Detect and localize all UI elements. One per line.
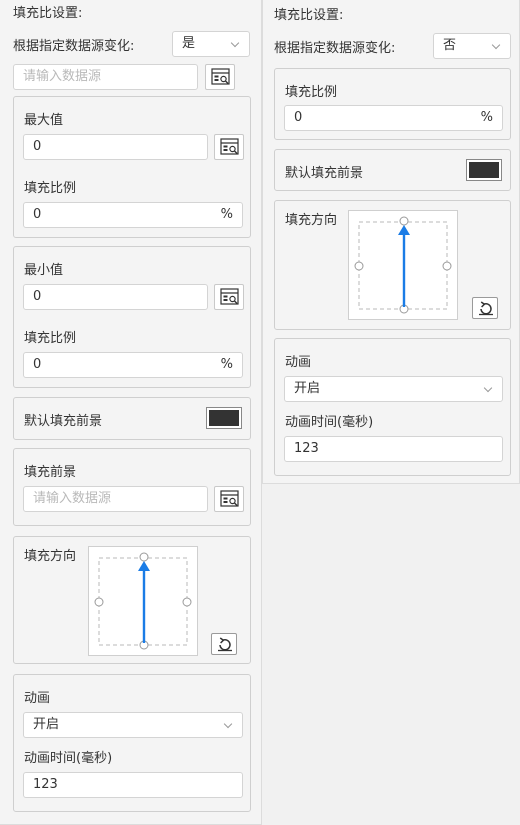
- default-foreground-section: 默认填充前景: [274, 149, 511, 191]
- fill-foreground-bind-button[interactable]: [214, 486, 244, 512]
- default-foreground-label: 默认填充前景: [24, 414, 103, 429]
- animation-select[interactable]: 开启: [284, 376, 503, 402]
- min-ratio-input[interactable]: 0 %: [23, 352, 243, 378]
- animation-value: 开启: [294, 381, 321, 396]
- max-ratio-label: 填充比例: [24, 181, 77, 196]
- min-ratio-label: 填充比例: [24, 331, 77, 346]
- reset-icon: [218, 637, 232, 652]
- max-ratio-input[interactable]: 0 %: [23, 202, 243, 228]
- direction-handle-top: [139, 552, 149, 562]
- fill-direction-label: 填充方向: [24, 549, 77, 564]
- panel-title: 填充比设置:: [274, 8, 344, 23]
- animation-time-input[interactable]: 123: [284, 436, 503, 462]
- default-foreground-label: 默认填充前景: [285, 166, 364, 181]
- fill-direction-section: 填充方向: [274, 200, 511, 330]
- fill-direction-picker[interactable]: [348, 210, 458, 320]
- direction-handle-right: [182, 597, 192, 607]
- min-ratio-value: 0: [33, 357, 42, 372]
- fill-ratio-value: 0: [294, 110, 303, 125]
- direction-handle-left: [94, 597, 104, 607]
- max-value-label: 最大值: [24, 113, 64, 128]
- animation-section: 动画 开启 动画时间(毫秒) 123: [13, 674, 251, 812]
- chevron-down-icon: [491, 40, 501, 50]
- direction-handle-right: [442, 261, 452, 271]
- fill-settings-panel-left: 填充比设置: 根据指定数据源变化: 是 请输入数据源 最大值 0 填充比例 0 …: [0, 0, 262, 825]
- datasource-bind-icon: [220, 288, 239, 305]
- animation-section: 动画 开启 动画时间(毫秒) 123: [274, 338, 511, 476]
- animation-select[interactable]: 开启: [23, 712, 243, 738]
- color-swatch-fill: [469, 162, 499, 178]
- min-value-label: 最小值: [24, 263, 64, 278]
- chevron-down-icon: [483, 383, 493, 393]
- min-value-input[interactable]: 0: [23, 284, 208, 310]
- fill-foreground-input[interactable]: 请输入数据源: [23, 486, 208, 512]
- chevron-down-icon: [223, 719, 233, 729]
- fill-direction-label: 填充方向: [285, 213, 338, 228]
- direction-handle-top: [399, 216, 409, 226]
- reset-icon: [479, 301, 493, 316]
- default-foreground-color-picker[interactable]: [466, 159, 502, 181]
- color-swatch-fill: [209, 410, 239, 426]
- follow-datasource-label: 根据指定数据源变化:: [274, 41, 396, 56]
- min-bind-button[interactable]: [214, 284, 244, 310]
- follow-datasource-value: 是: [182, 36, 196, 51]
- datasource-bind-icon: [220, 138, 239, 155]
- fill-ratio-label: 填充比例: [285, 85, 338, 100]
- datasource-input[interactable]: 请输入数据源: [13, 64, 198, 90]
- animation-time-label: 动画时间(毫秒): [24, 751, 113, 766]
- follow-datasource-label: 根据指定数据源变化:: [13, 39, 135, 54]
- fill-direction-graphic: [94, 552, 192, 650]
- datasource-bind-icon: [211, 68, 230, 85]
- fill-ratio-section: 填充比例 0 %: [274, 68, 511, 140]
- fill-foreground-label: 填充前景: [24, 465, 77, 480]
- percent-unit: %: [220, 357, 233, 372]
- percent-unit: %: [480, 110, 493, 125]
- min-value-section: 最小值 0 填充比例 0 %: [13, 246, 251, 388]
- animation-label: 动画: [24, 691, 51, 706]
- max-value-section: 最大值 0 填充比例 0 %: [13, 96, 251, 238]
- direction-handle-left: [354, 261, 364, 271]
- direction-reset-button[interactable]: [211, 633, 237, 655]
- follow-datasource-select[interactable]: 是: [172, 31, 250, 57]
- arrow-up-icon: [398, 225, 410, 235]
- default-foreground-color-picker[interactable]: [206, 407, 242, 429]
- fill-settings-panel-right: 填充比设置: 根据指定数据源变化: 否 填充比例 0 % 默认填充前景 填充方向: [262, 0, 520, 484]
- follow-datasource-value: 否: [443, 38, 457, 53]
- chevron-down-icon: [230, 38, 240, 48]
- fill-direction-section: 填充方向: [13, 536, 251, 664]
- percent-unit: %: [220, 207, 233, 222]
- datasource-bind-button[interactable]: [205, 64, 235, 90]
- animation-time-input[interactable]: 123: [23, 772, 243, 798]
- panel-title: 填充比设置:: [13, 6, 83, 21]
- fill-direction-graphic: [354, 216, 452, 314]
- max-bind-button[interactable]: [214, 134, 244, 160]
- datasource-bind-icon: [220, 490, 239, 507]
- animation-time-label: 动画时间(毫秒): [285, 415, 374, 430]
- direction-reset-button[interactable]: [472, 297, 498, 319]
- fill-foreground-section: 填充前景 请输入数据源: [13, 448, 251, 526]
- arrow-up-icon: [138, 561, 150, 571]
- follow-datasource-select[interactable]: 否: [433, 33, 511, 59]
- animation-value: 开启: [33, 717, 60, 732]
- animation-label: 动画: [285, 355, 312, 370]
- fill-direction-picker[interactable]: [88, 546, 198, 656]
- max-ratio-value: 0: [33, 207, 42, 222]
- default-foreground-section: 默认填充前景: [13, 397, 251, 440]
- fill-ratio-input[interactable]: 0 %: [284, 105, 503, 131]
- max-value-input[interactable]: 0: [23, 134, 208, 160]
